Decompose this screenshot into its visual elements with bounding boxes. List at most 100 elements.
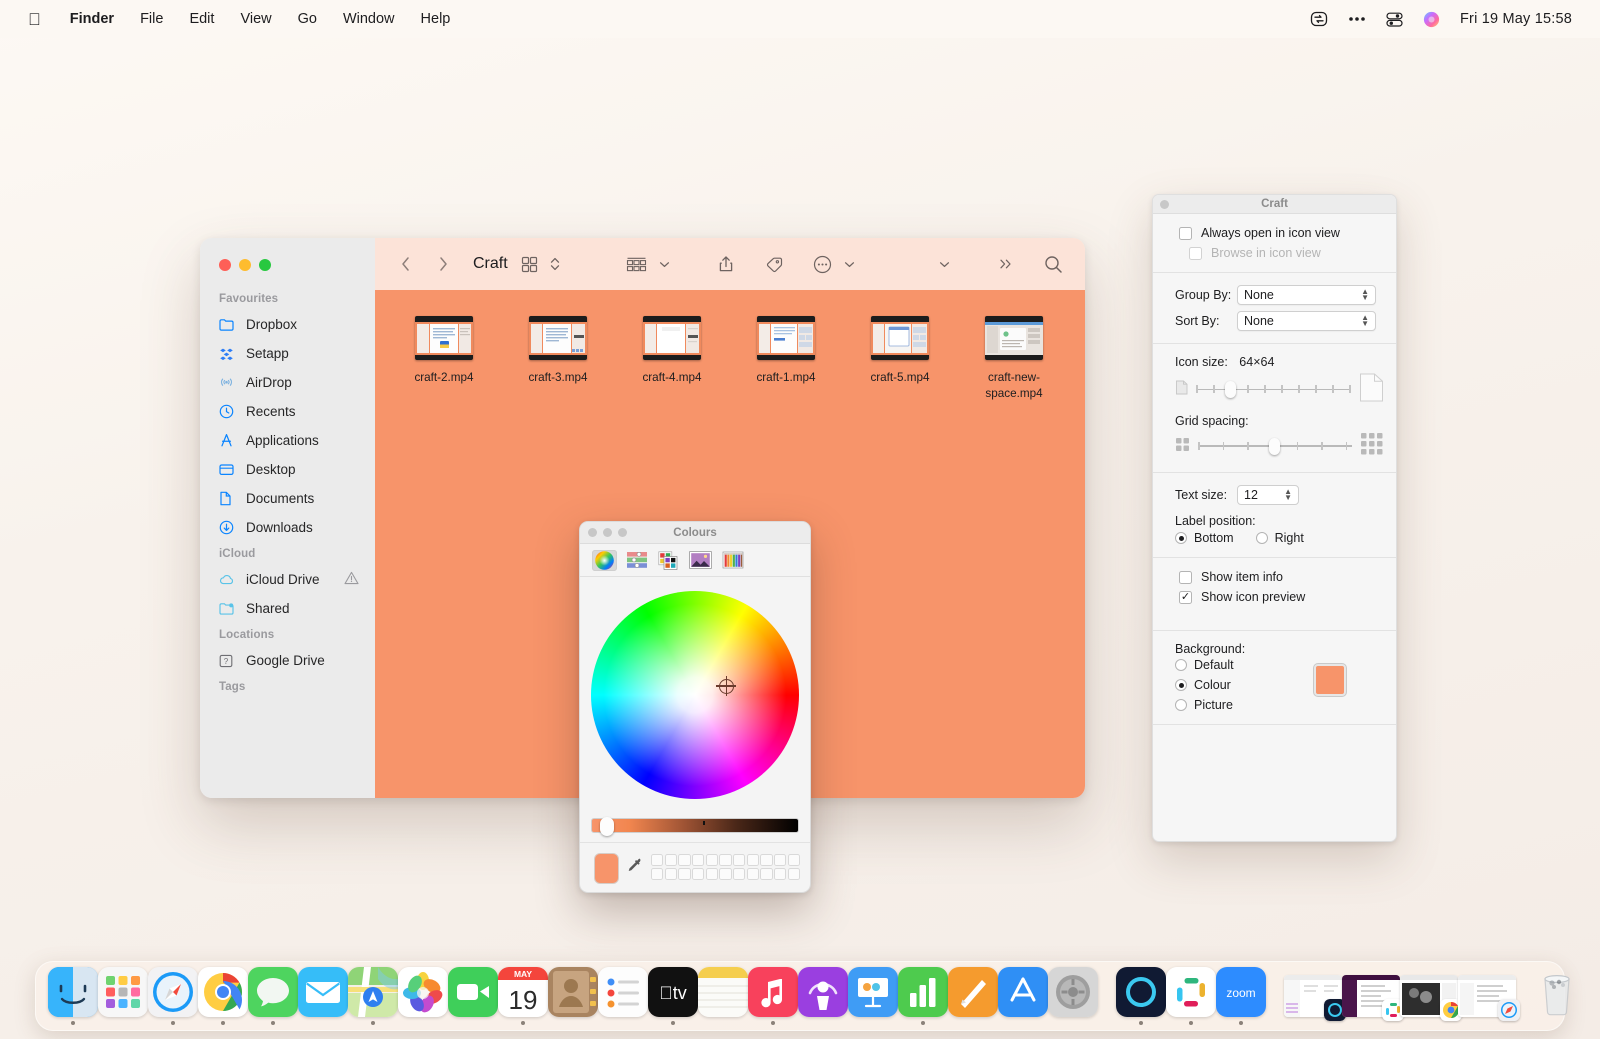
brightness-slider-area[interactable] [580, 812, 810, 843]
sidebar-item-icloud-drive[interactable]: iCloud Drive [200, 565, 375, 594]
dock-item-notes[interactable] [698, 967, 748, 1025]
close-button[interactable] [219, 259, 231, 271]
safari-icon[interactable] [148, 967, 198, 1017]
grid-spacing-slider-knob[interactable] [1269, 438, 1280, 455]
swatch-cell[interactable] [651, 854, 663, 866]
current-colour-swatch[interactable] [594, 853, 619, 884]
show-item-info-checkbox[interactable] [1179, 571, 1192, 584]
icon-view-icon[interactable] [515, 251, 544, 277]
siri-icon[interactable] [1423, 11, 1440, 28]
icon-size-slider-track[interactable] [1196, 384, 1351, 394]
sidebar-item-desktop[interactable]: Desktop [200, 455, 375, 484]
dock-item-insomnia[interactable] [1116, 967, 1166, 1025]
dock-item-calendar[interactable]: MAY19 [498, 967, 548, 1025]
music-icon[interactable] [748, 967, 798, 1017]
dock-item-appstore[interactable] [998, 967, 1048, 1025]
insomnia-icon[interactable] [1116, 967, 1166, 1017]
dock-item-system-settings[interactable] [1048, 967, 1098, 1025]
minimised-window-slack[interactable] [1342, 975, 1400, 1017]
swatch-cell[interactable] [774, 868, 786, 880]
launchpad-icon[interactable] [98, 967, 148, 1017]
file-item[interactable]: craft-5.mp4 [843, 312, 957, 402]
facetime-icon[interactable] [448, 967, 498, 1017]
photos-icon[interactable] [398, 967, 448, 1017]
mail-icon[interactable] [298, 967, 348, 1017]
colours-panel[interactable]: Colours [579, 521, 811, 893]
dock-item-reminders[interactable] [598, 967, 648, 1025]
group-view-icon[interactable] [620, 251, 653, 277]
menu-item-help[interactable]: Help [408, 11, 464, 27]
zoom-button[interactable] [259, 259, 271, 271]
background-colour-swatch[interactable] [1314, 664, 1346, 696]
colour-sliders-icon[interactable] [624, 550, 649, 571]
sidebar-item-setapp[interactable]: Setapp [200, 339, 375, 368]
notes-icon[interactable] [698, 967, 748, 1017]
background-colour-row[interactable]: Colour [1153, 675, 1314, 695]
swatch-cell[interactable] [788, 868, 800, 880]
show-icon-preview-row[interactable]: Show icon preview [1153, 587, 1396, 607]
brightness-slider-knob[interactable] [600, 817, 614, 836]
share-icon[interactable] [712, 251, 740, 277]
file-item[interactable]: craft-1.mp4 [729, 312, 843, 402]
grid-spacing-slider-track[interactable] [1198, 441, 1352, 451]
sidebar-item-dropbox[interactable]: Dropbox [200, 310, 375, 339]
file-item[interactable]: craft-2.mp4 [387, 312, 501, 402]
minimised-window-safari[interactable] [1458, 975, 1516, 1017]
brightness-slider-track[interactable] [591, 818, 799, 833]
swatch-cell[interactable] [665, 854, 677, 866]
file-item[interactable]: craft-3.mp4 [501, 312, 615, 402]
swatch-cell[interactable] [747, 854, 759, 866]
swatch-cell[interactable] [747, 868, 759, 880]
swatch-cell[interactable] [788, 854, 800, 866]
reminders-icon[interactable] [598, 967, 648, 1017]
apple-logo-icon[interactable]:  [28, 11, 41, 28]
menu-bar-clock[interactable]: Fri 19 May 15:58 [1460, 11, 1572, 27]
dock-item-maps[interactable] [348, 967, 398, 1025]
label-position-right-radio[interactable] [1256, 532, 1268, 544]
colour-swatch-grid[interactable] [651, 854, 800, 880]
icon-size-slider-knob[interactable] [1225, 381, 1236, 398]
chevron-down-icon[interactable] [653, 251, 676, 277]
grid-spacing-slider-row[interactable] [1153, 428, 1396, 463]
menu-item-window[interactable]: Window [330, 11, 408, 27]
dock-item-messages[interactable] [248, 967, 298, 1025]
dock-item-appletv[interactable]: tv [648, 967, 698, 1025]
dock-item-music[interactable] [748, 967, 798, 1025]
always-open-icon-view-checkbox[interactable] [1179, 227, 1192, 240]
background-picture-radio[interactable] [1175, 699, 1187, 711]
sort-by-select[interactable]: None ▲▼ [1237, 311, 1376, 331]
swatch-cell[interactable] [692, 854, 704, 866]
background-default-row[interactable]: Default [1153, 656, 1314, 675]
swatch-cell[interactable] [706, 854, 718, 866]
messages-icon[interactable] [248, 967, 298, 1017]
sidebar-item-airdrop[interactable]: AirDrop [200, 368, 375, 397]
appstore-icon[interactable] [998, 967, 1048, 1017]
dock-item-numbers[interactable] [898, 967, 948, 1025]
eyedropper-icon[interactable] [627, 853, 643, 877]
dock-item-photos[interactable] [398, 967, 448, 1025]
group-by-select[interactable]: None ▲▼ [1237, 285, 1376, 305]
sidebar-item-recents[interactable]: Recents [200, 397, 375, 426]
swatch-cell[interactable] [678, 868, 690, 880]
swatch-cell[interactable] [733, 854, 745, 866]
shortcuts-icon[interactable] [1310, 10, 1328, 28]
minimised-window-insomnia[interactable] [1284, 975, 1342, 1017]
system-settings-icon[interactable] [1048, 967, 1098, 1017]
colour-palettes-icon[interactable] [656, 550, 681, 571]
double-chevron-right-icon[interactable] [992, 251, 1020, 277]
dock-item-mail[interactable] [298, 967, 348, 1025]
swatch-cell[interactable] [719, 868, 731, 880]
dock-item-trash[interactable] [1532, 967, 1582, 1025]
control-strip-ellipsis-icon[interactable] [1348, 16, 1366, 22]
sidebar-item-applications[interactable]: Applications [200, 426, 375, 455]
file-item[interactable]: craft-4.mp4 [615, 312, 729, 402]
dock-item-facetime[interactable] [448, 967, 498, 1025]
background-colour-radio[interactable] [1175, 679, 1187, 691]
minimised-window-chrome[interactable] [1400, 975, 1458, 1017]
colour-wheel[interactable] [591, 591, 799, 799]
calendar-icon[interactable]: MAY19 [498, 967, 548, 1017]
action-chevron-down-icon[interactable] [838, 251, 861, 277]
dock-item-launchpad[interactable] [98, 967, 148, 1025]
search-icon[interactable] [1038, 251, 1069, 277]
colour-wheel-crosshair[interactable] [719, 679, 734, 694]
